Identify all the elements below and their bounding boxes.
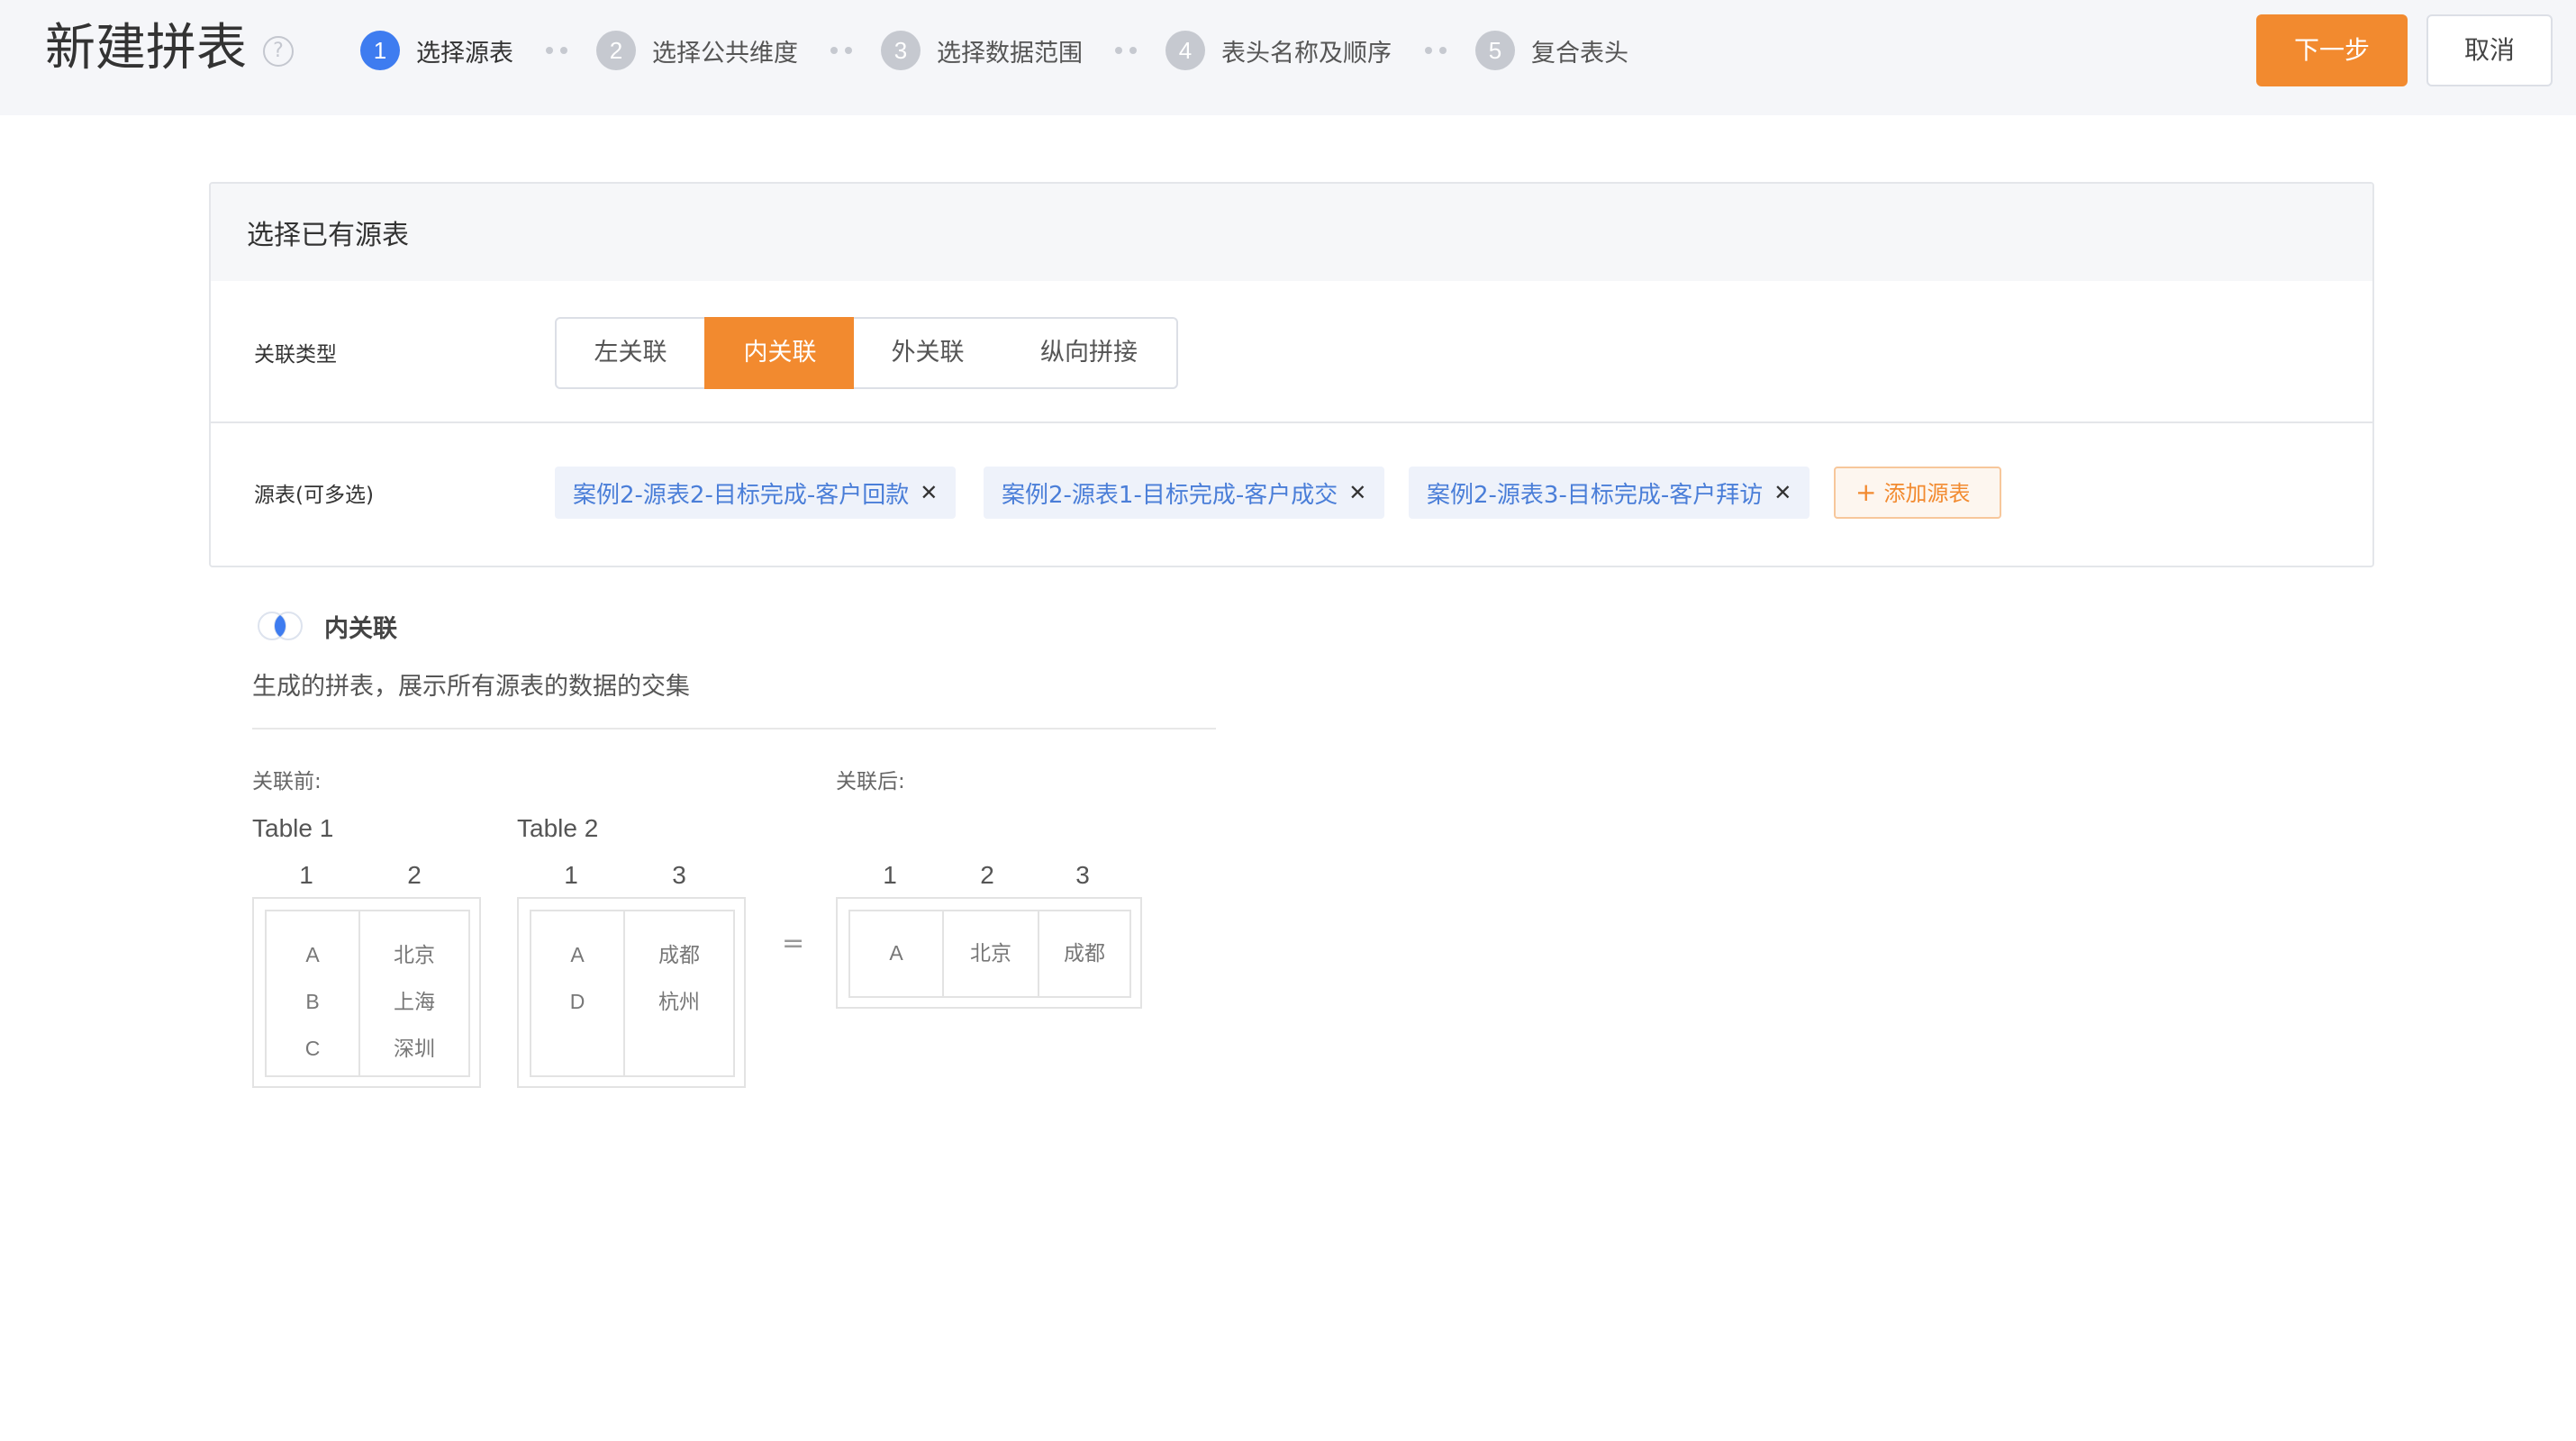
table-cell: D xyxy=(569,990,585,1013)
join-explanation-title: 内关联 xyxy=(324,615,397,643)
table1-inner: A B C 北京 上海 深圳 xyxy=(265,910,470,1077)
table2-inner: A D 成都 杭州 xyxy=(530,910,735,1077)
table-cell: C xyxy=(304,1037,321,1060)
table2-column: 成都 杭州 xyxy=(625,911,733,1075)
step-select-source[interactable]: 1 选择源表 xyxy=(360,31,513,70)
step-number: 2 xyxy=(596,31,636,70)
table2-col-head: 1 xyxy=(564,861,578,889)
step-label: 选择公共维度 xyxy=(652,39,798,68)
table-cell: 深圳 xyxy=(394,1037,435,1060)
result-table-diagram: A 北京 成都 xyxy=(836,897,1142,1009)
explanation-divider xyxy=(252,728,1216,730)
page-header: 新建拼表 ? 1 选择源表 2 选择公共维度 3 选择数据范围 4 表头名称及顺… xyxy=(0,0,2576,115)
table1-name: Table 1 xyxy=(252,814,334,842)
add-source-button[interactable]: + 添加源表 xyxy=(1834,467,2001,519)
step-number: 5 xyxy=(1475,31,1515,70)
table2-name: Table 2 xyxy=(517,814,599,842)
step-separator xyxy=(1115,47,1138,54)
table1-col-head: 2 xyxy=(407,861,422,889)
next-step-button[interactable]: 下一步 xyxy=(2256,14,2408,86)
table2-diagram: A D 成都 杭州 xyxy=(517,897,746,1088)
step-separator xyxy=(1425,47,1448,54)
join-type-label: 关联类型 xyxy=(254,343,337,367)
table-cell: 成都 xyxy=(658,943,700,966)
table1-col-head: 1 xyxy=(299,861,313,889)
step-label: 选择源表 xyxy=(416,39,513,68)
source-tag[interactable]: 案例2-源表2-目标完成-客户回款 ✕ xyxy=(555,467,957,519)
step-separator xyxy=(830,47,854,54)
table-cell: A xyxy=(889,941,903,965)
join-option-left[interactable]: 左关联 xyxy=(555,317,706,389)
source-table-card: 选择已有源表 关联类型 左关联 内关联 外关联 纵向拼接 源表(可多选) 案例2… xyxy=(209,182,2374,567)
table1-column: A B C xyxy=(267,911,360,1075)
close-icon[interactable]: ✕ xyxy=(1348,480,1366,505)
page-title: 新建拼表 xyxy=(45,19,247,77)
step-number: 1 xyxy=(360,31,400,70)
cancel-button[interactable]: 取消 xyxy=(2426,14,2553,86)
source-tag-text: 案例2-源表2-目标完成-客户回款 xyxy=(573,481,910,509)
step-separator xyxy=(546,47,569,54)
add-source-label: 添加源表 xyxy=(1883,481,1971,506)
result-inner: A 北京 成都 xyxy=(848,910,1131,998)
result-col-head: 2 xyxy=(980,861,994,889)
table2-column: A D xyxy=(531,911,625,1075)
table-cell: 上海 xyxy=(394,990,435,1013)
equals-sign: = xyxy=(782,928,805,959)
source-label: 源表(可多选) xyxy=(254,484,374,507)
source-tag-text: 案例2-源表3-目标完成-客户拜访 xyxy=(1427,481,1764,509)
join-option-outer[interactable]: 外关联 xyxy=(854,317,1003,389)
table1-column: 北京 上海 深圳 xyxy=(360,911,468,1075)
step-label: 选择数据范围 xyxy=(937,39,1083,68)
table-cell: 杭州 xyxy=(658,990,700,1013)
step-label: 复合表头 xyxy=(1531,39,1628,68)
table2-col-head: 3 xyxy=(672,861,686,889)
close-icon[interactable]: ✕ xyxy=(920,480,938,505)
step-number: 3 xyxy=(881,31,921,70)
source-tag[interactable]: 案例2-源表3-目标完成-客户拜访 ✕ xyxy=(1409,467,1810,519)
table-cell: A xyxy=(570,943,585,966)
join-explanation-description: 生成的拼表，展示所有源表的数据的交集 xyxy=(252,673,690,701)
step-label: 表头名称及顺序 xyxy=(1221,39,1392,68)
join-option-inner[interactable]: 内关联 xyxy=(704,317,856,389)
result-col-head: 3 xyxy=(1075,861,1090,889)
source-tag-text: 案例2-源表1-目标完成-客户成交 xyxy=(1002,481,1338,509)
question-circle-icon[interactable]: ? xyxy=(263,36,294,67)
inner-join-venn-icon xyxy=(258,612,303,640)
step-number: 4 xyxy=(1166,31,1205,70)
step-select-range[interactable]: 3 选择数据范围 xyxy=(881,31,1083,70)
before-label: 关联前: xyxy=(252,770,322,793)
table-cell: 北京 xyxy=(394,943,435,966)
plus-icon: + xyxy=(1855,477,1877,507)
result-column: 成都 xyxy=(1039,911,1129,996)
step-header-names[interactable]: 4 表头名称及顺序 xyxy=(1166,31,1392,70)
result-column: A xyxy=(850,911,944,996)
table1-diagram: A B C 北京 上海 深圳 xyxy=(252,897,481,1088)
card-title: 选择已有源表 xyxy=(247,220,409,251)
result-column: 北京 xyxy=(944,911,1039,996)
source-tag[interactable]: 案例2-源表1-目标完成-客户成交 ✕ xyxy=(984,467,1385,519)
card-header: 选择已有源表 xyxy=(211,184,2372,281)
table-cell: 北京 xyxy=(970,941,1011,965)
step-compound-header[interactable]: 5 复合表头 xyxy=(1475,31,1628,70)
result-col-head: 1 xyxy=(883,861,897,889)
table-cell: B xyxy=(305,990,320,1013)
row-divider xyxy=(211,421,2372,423)
table-cell: 成都 xyxy=(1064,941,1105,965)
table-cell: A xyxy=(305,943,320,966)
after-label: 关联后: xyxy=(836,770,905,793)
close-icon[interactable]: ✕ xyxy=(1773,480,1791,505)
step-select-dimension[interactable]: 2 选择公共维度 xyxy=(596,31,798,70)
join-option-vertical[interactable]: 纵向拼接 xyxy=(1002,317,1178,389)
